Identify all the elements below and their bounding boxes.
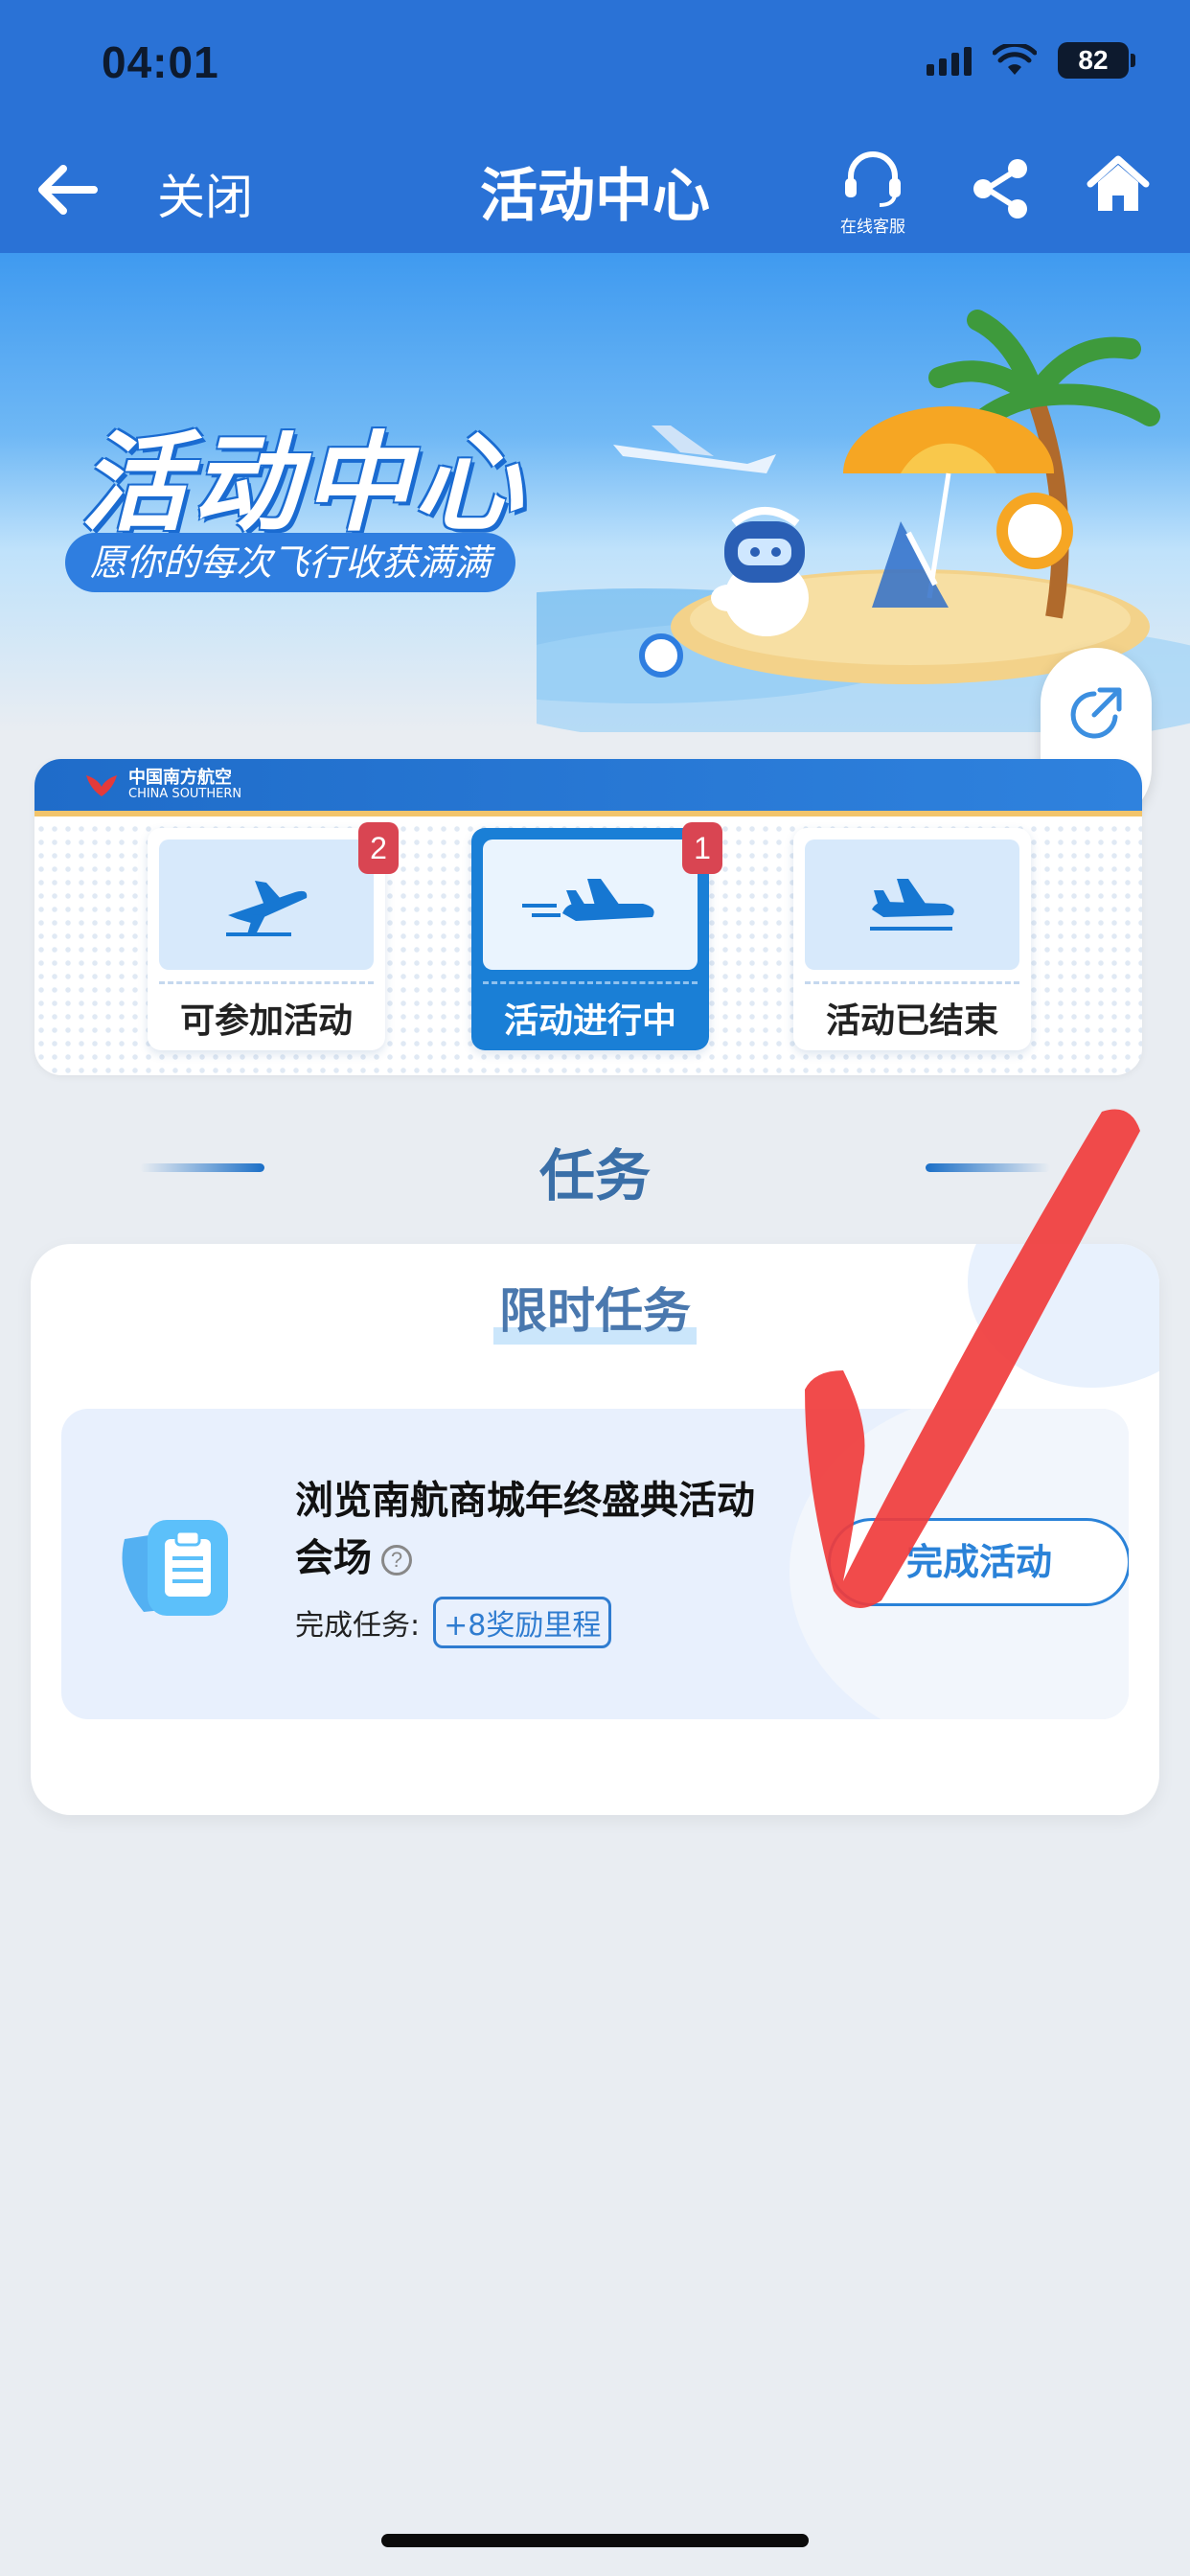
kapok-flower-icon	[86, 775, 117, 796]
complete-activity-button[interactable]: 完成活动	[828, 1518, 1129, 1606]
airplane-flying-icon	[522, 879, 654, 921]
home-indicator	[381, 2534, 809, 2547]
activity-banner: 活动中心 愿你的每次飞行收获满满	[0, 253, 1190, 732]
airline-name-en: CHINA SOUTHERN	[128, 787, 242, 801]
tab-image	[159, 840, 374, 970]
tabs-header: 中国南方航空 CHINA SOUTHERN	[34, 759, 1142, 816]
airline-logo: 中国南方航空 CHINA SOUTHERN	[84, 769, 241, 801]
tab-label: 可参加活动	[179, 1001, 353, 1041]
limited-task-heading: 限时任务	[493, 1283, 697, 1345]
banner-subtitle: 愿你的每次飞行收获满满	[65, 533, 516, 592]
online-support-button[interactable]: 在线客服	[830, 150, 916, 237]
tab-image	[483, 840, 698, 970]
clipboard-icon	[122, 1520, 228, 1616]
reward-label: 完成任务:	[295, 1609, 421, 1643]
task-item: 浏览南航商城年终盛典活动 会场? 完成任务: +8奖励里程 完成活动	[61, 1409, 1129, 1719]
tab-label: 活动已结束	[825, 1001, 998, 1041]
task-title-line1: 浏览南航商城年终盛典活动	[295, 1479, 755, 1523]
tab-divider	[805, 981, 1019, 984]
online-support-label: 在线客服	[840, 218, 905, 237]
home-icon[interactable]	[1087, 153, 1150, 217]
banner-title: 活动中心	[80, 422, 525, 546]
wifi-icon	[993, 44, 1037, 75]
airplane-landing-icon	[870, 879, 954, 931]
tab-count-badge: 1	[682, 822, 722, 874]
export-icon	[1070, 687, 1122, 739]
cellular-signal-icon	[927, 45, 972, 76]
share-icon[interactable]	[970, 157, 1033, 220]
tab-available-activities[interactable]: 可参加活动 2	[148, 822, 399, 1050]
task-reward: 完成任务: +8奖励里程	[295, 1597, 612, 1648]
battery-indicator: 82	[1058, 42, 1135, 79]
tab-ended-activities[interactable]: 活动已结束	[793, 828, 1031, 1050]
status-time: 04:01	[102, 37, 219, 87]
section-decoration-right	[926, 1163, 1050, 1172]
reward-tag: +8奖励里程	[433, 1597, 612, 1648]
section-title: 任务	[538, 1143, 651, 1208]
status-icons: 82	[927, 42, 1135, 79]
airplane-decoration	[613, 426, 776, 473]
tab-divider	[483, 981, 698, 984]
airline-name-cn: 中国南方航空	[128, 768, 232, 788]
tab-divider	[159, 981, 374, 984]
close-button[interactable]: 关闭	[157, 159, 253, 228]
page-title: 活动中心	[480, 163, 710, 230]
section-decoration-left	[140, 1163, 264, 1172]
tab-image	[805, 840, 1019, 970]
help-icon[interactable]: ?	[381, 1545, 412, 1576]
task-title-line2: 会场	[295, 1536, 372, 1580]
tab-label: 活动进行中	[503, 1001, 676, 1041]
activity-tabs-card: 中国南方航空 CHINA SOUTHERN 可参加活动 2 活动进行中 1 活动…	[34, 759, 1142, 1075]
airplane-takeoff-icon	[226, 881, 308, 936]
limited-task-card: 限时任务 浏览南航商城年终盛典活动 会场? 完成任务: +8奖励里程 完成活动	[31, 1244, 1159, 1815]
headset-icon	[845, 151, 901, 207]
top-bar: 04:01 82 关闭 活动中心 在线客服	[0, 0, 1190, 253]
tab-count-badge: 2	[358, 822, 399, 874]
task-title: 浏览南航商城年终盛典活动 会场?	[295, 1472, 793, 1587]
tab-ongoing-activities[interactable]: 活动进行中 1	[471, 822, 722, 1050]
battery-level: 82	[1078, 45, 1109, 75]
arrow-left-icon[interactable]	[34, 161, 98, 218]
